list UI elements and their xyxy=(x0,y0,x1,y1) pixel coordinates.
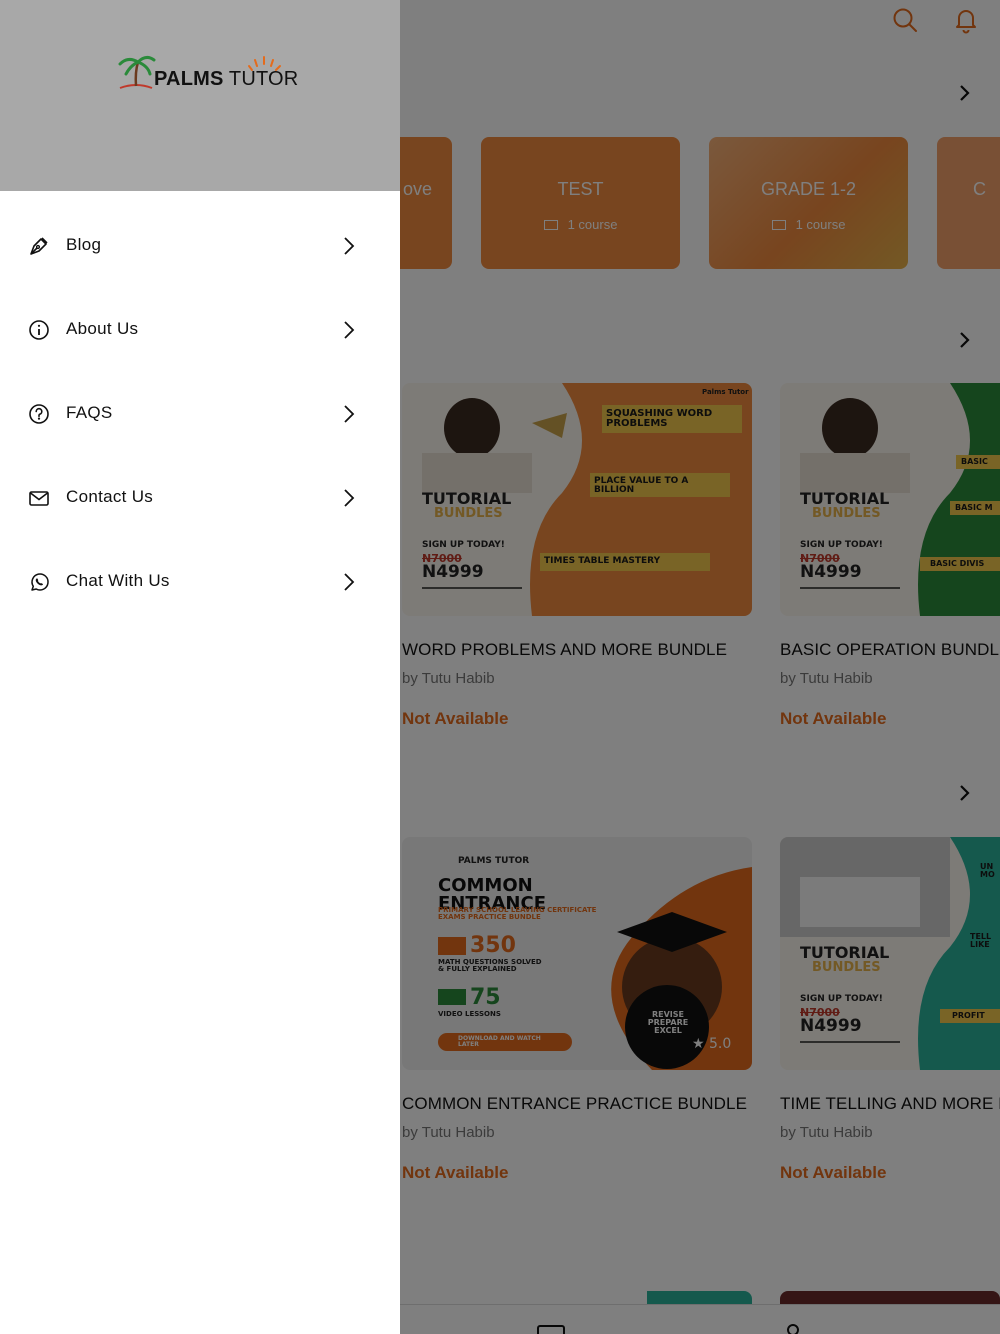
chevron-right-icon xyxy=(344,573,355,591)
logo-wordmark: PALMS TUTOR xyxy=(154,68,299,90)
chevron-right-icon xyxy=(344,405,355,423)
drawer-item-chat-with-us[interactable]: Chat With Us xyxy=(0,539,400,623)
palms-tutor-logo: PALMS TUTOR xyxy=(118,52,298,94)
drawer-item-label: About Us xyxy=(66,319,139,338)
pen-nib-icon xyxy=(30,237,48,255)
drawer-item-label: FAQS xyxy=(66,403,113,422)
chevron-right-icon xyxy=(344,237,355,255)
whatsapp-icon xyxy=(31,573,49,591)
drawer-item-label: Chat With Us xyxy=(66,571,170,590)
drawer-item-label: Blog xyxy=(66,235,102,254)
info-circle-icon xyxy=(29,320,49,340)
palm-tree-icon xyxy=(118,55,156,89)
drawer-item-faqs[interactable]: FAQS xyxy=(0,371,400,455)
chevron-right-icon xyxy=(344,321,355,339)
navigation-drawer: PALMS TUTOR Blog About Us FAQS Contact U… xyxy=(0,0,400,1334)
drawer-item-blog[interactable]: Blog xyxy=(0,203,400,287)
envelope-icon xyxy=(29,491,49,506)
chevron-right-icon xyxy=(344,489,355,507)
drawer-item-label: Contact Us xyxy=(66,487,154,506)
drawer-header: PALMS TUTOR xyxy=(0,0,400,191)
drawer-item-contact-us[interactable]: Contact Us xyxy=(0,455,400,539)
question-circle-icon xyxy=(29,404,49,424)
drawer-item-about-us[interactable]: About Us xyxy=(0,287,400,371)
